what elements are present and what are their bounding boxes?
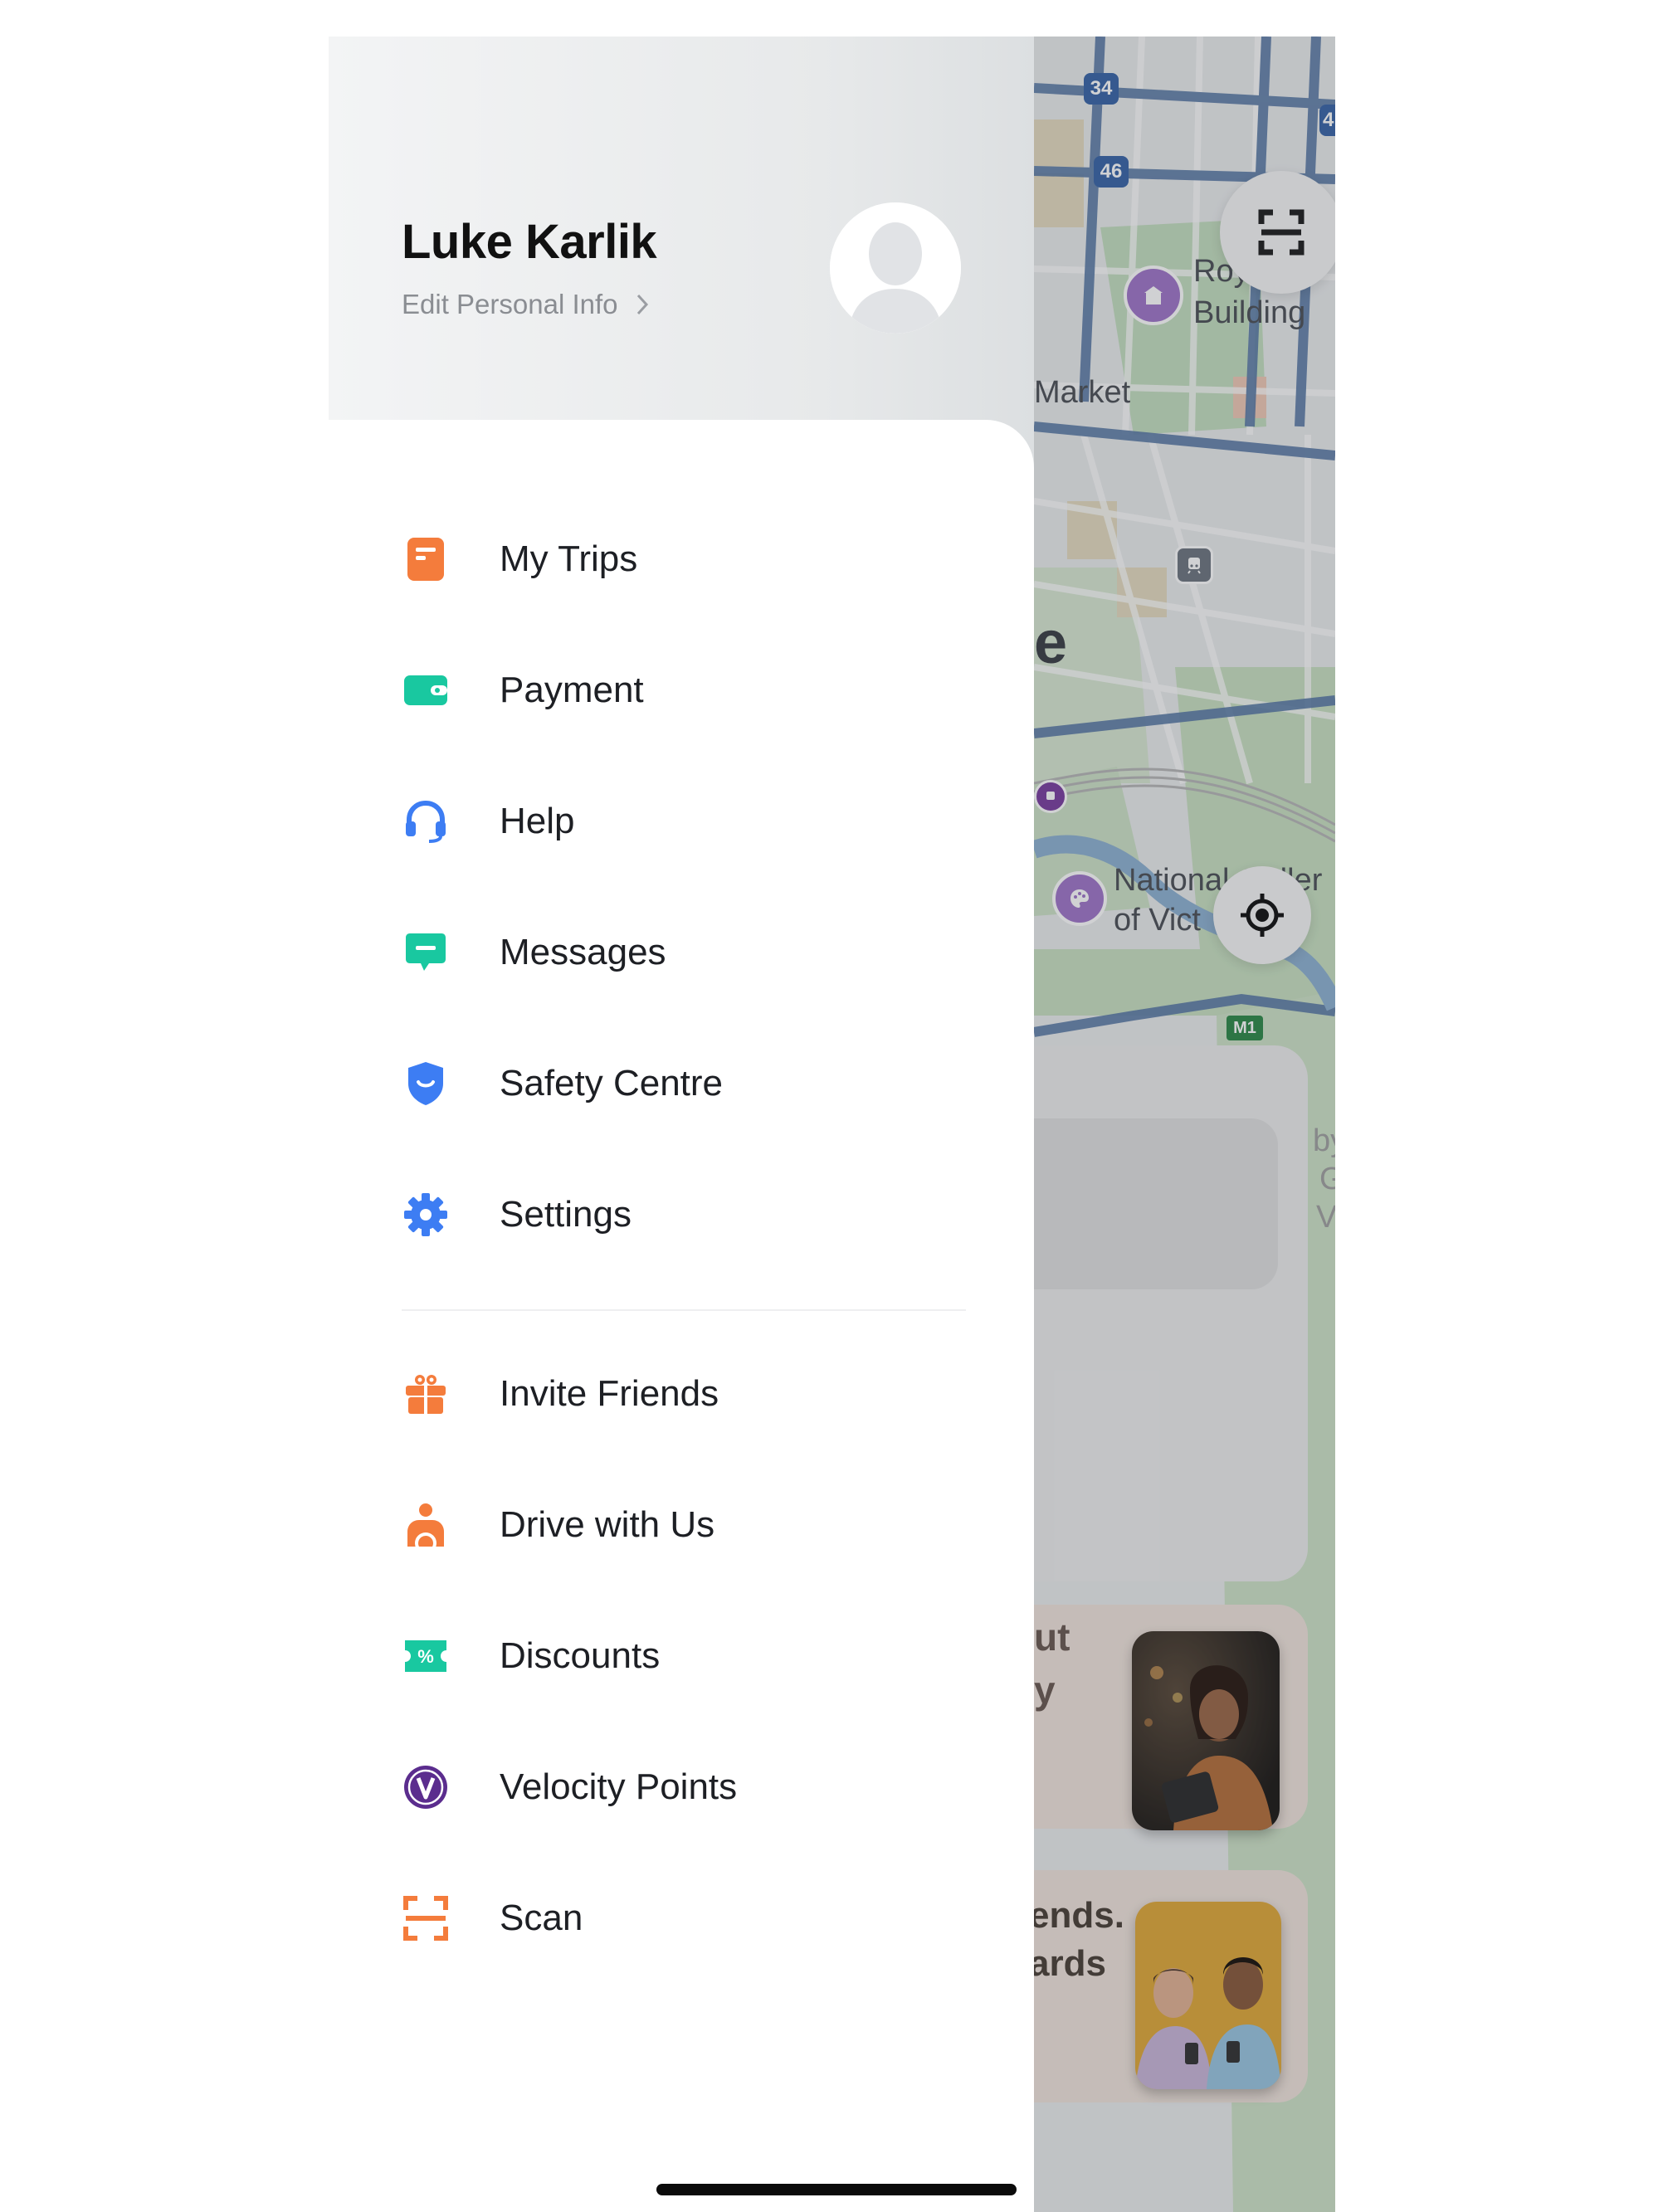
- menu-item-help[interactable]: Help: [402, 772, 983, 871]
- menu-item-label: Messages: [500, 932, 666, 972]
- map-view[interactable]: 34 46 4 Roy. Exh Building Market e Natio…: [1034, 37, 1335, 2212]
- edit-personal-info-label: Edit Personal Info: [402, 289, 618, 319]
- menu-item-my-trips[interactable]: My Trips: [402, 509, 983, 609]
- menu-divider: [402, 1309, 966, 1311]
- menu-item-label: Invite Friends: [500, 1373, 719, 1414]
- menu-item-invite-friends[interactable]: Invite Friends: [402, 1344, 983, 1444]
- shield-icon: [402, 1060, 450, 1108]
- chevron-right-icon: [636, 294, 648, 315]
- app-screen: 34 46 4 Roy. Exh Building Market e Natio…: [329, 37, 1335, 2212]
- menu-item-drive-with-us[interactable]: Drive with Us: [402, 1475, 983, 1575]
- menu-item-messages[interactable]: Messages: [402, 903, 983, 1002]
- gear-icon: [402, 1191, 450, 1239]
- gift-icon: [402, 1370, 450, 1418]
- menu-item-label: Velocity Points: [500, 1766, 738, 1807]
- driver-icon: [402, 1501, 450, 1549]
- menu-item-discounts[interactable]: % Discounts: [402, 1606, 983, 1706]
- menu-item-label: Settings: [500, 1194, 632, 1235]
- menu-item-settings[interactable]: Settings: [402, 1165, 983, 1264]
- side-drawer: Luke Karlik Edit Personal Info My Trips: [329, 37, 1034, 2212]
- velocity-icon: [402, 1763, 450, 1811]
- menu-item-payment[interactable]: Payment: [402, 641, 983, 740]
- ticket-percent-icon: %: [402, 1632, 450, 1680]
- svg-text:%: %: [417, 1646, 434, 1667]
- menu-item-label: Scan: [500, 1898, 583, 1938]
- drawer-menu: My Trips Payment Help Messages Safety Ce…: [329, 420, 1034, 2212]
- menu-item-label: Drive with Us: [500, 1504, 715, 1545]
- menu-item-label: Safety Centre: [500, 1063, 724, 1104]
- avatar[interactable]: [830, 202, 961, 334]
- drawer-header: Luke Karlik Edit Personal Info: [329, 37, 1034, 468]
- map-dim-overlay[interactable]: [1034, 37, 1335, 2212]
- user-name: Luke Karlik: [402, 215, 657, 269]
- wallet-icon: [402, 666, 450, 714]
- user-silhouette-icon: [830, 202, 961, 334]
- trips-icon: [402, 535, 450, 583]
- menu-item-scan[interactable]: Scan: [402, 1869, 983, 1968]
- menu-item-label: My Trips: [500, 538, 638, 579]
- headset-icon: [402, 797, 450, 845]
- menu-item-safety-centre[interactable]: Safety Centre: [402, 1034, 983, 1133]
- scan-icon: [402, 1894, 450, 1942]
- menu-item-label: Payment: [500, 670, 644, 710]
- message-icon: [402, 928, 450, 977]
- edit-personal-info-link[interactable]: Edit Personal Info: [402, 289, 650, 320]
- menu-item-label: Help: [500, 801, 575, 841]
- home-indicator[interactable]: [656, 2184, 1017, 2195]
- menu-item-velocity-points[interactable]: Velocity Points: [402, 1737, 983, 1837]
- menu-item-label: Discounts: [500, 1635, 661, 1676]
